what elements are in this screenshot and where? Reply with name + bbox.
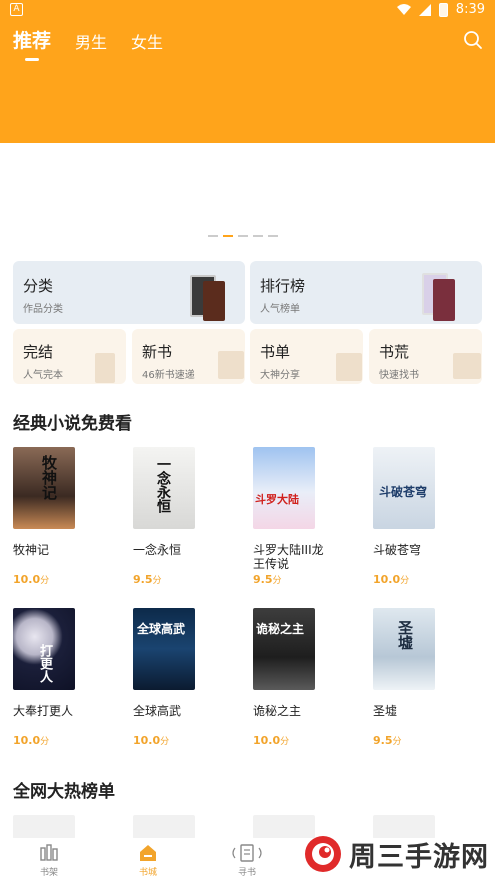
find-book-card[interactable]: 书荒 快速找书: [369, 329, 482, 384]
carousel-dot: [268, 235, 278, 237]
book-cover: 一念永恒: [133, 447, 195, 529]
nav-bookshelf[interactable]: 书架: [19, 844, 79, 878]
watermark: 周三手游网: [303, 834, 489, 874]
book-item[interactable]: 斗罗大陆 斗罗大陆III龙王传说 9.5分: [253, 447, 333, 586]
signal-icon: [418, 3, 431, 16]
nav-label: 书架: [39, 868, 58, 878]
nav-find-book[interactable]: 寻书: [217, 844, 277, 878]
book-score: 10.0分: [373, 573, 410, 586]
book-item[interactable]: 一念永恒 一念永恒 9.5分: [133, 447, 213, 586]
finished-card[interactable]: 完结 人气完本: [13, 329, 126, 384]
book-item[interactable]: 斗破苍穹 斗破苍穹 10.0分: [373, 447, 453, 586]
book-title: 大奉打更人: [13, 704, 74, 718]
book-item[interactable]: 牧神记 牧神记 10.0分: [13, 447, 93, 586]
carousel-dot: [253, 235, 263, 237]
carousel-dot-active: [223, 235, 233, 237]
book-stack-image: [433, 279, 455, 321]
nav-label: 书城: [138, 868, 157, 878]
book-score: 10.0分: [133, 734, 170, 747]
book-title: 诡秘之主: [253, 704, 302, 718]
watermark-logo-icon: [305, 836, 341, 872]
book-score: 10.0分: [13, 573, 50, 586]
book-stack-image: [203, 281, 225, 321]
section-title-hot: 全网大热榜单: [13, 782, 115, 802]
wifi-icon: [396, 4, 411, 15]
book-item[interactable]: 打更人 大奉打更人 10.0分: [13, 608, 93, 747]
book-item[interactable]: 全球高武 全球高武 10.0分: [133, 608, 213, 747]
bookstore-icon: [140, 845, 156, 861]
header-banner: A 8:39 推荐 男生 女生: [0, 0, 495, 143]
book-title: 一念永恒: [133, 543, 182, 557]
booklist-card[interactable]: 书单 大神分享: [250, 329, 363, 384]
book-cover: 诡秘之主: [253, 608, 315, 690]
carousel-indicator: [208, 235, 278, 237]
book-cover: 打更人: [13, 608, 75, 690]
decoration: [453, 353, 481, 379]
book-cover: 牧神记: [13, 447, 75, 529]
search-icon[interactable]: [463, 30, 483, 50]
carousel-dot: [208, 235, 218, 237]
book-cover: 圣墟: [373, 608, 435, 690]
tab-male[interactable]: 男生: [75, 29, 107, 53]
nav-label: 寻书: [237, 868, 256, 878]
decoration: [95, 353, 115, 383]
book-title: 斗罗大陆III龙王传说: [253, 543, 324, 571]
book-cover: 斗破苍穹: [373, 447, 435, 529]
decoration: [218, 351, 244, 379]
book-score: 10.0分: [253, 734, 290, 747]
ranking-card[interactable]: 排行榜 人气榜单: [250, 261, 482, 324]
status-time: 8:39: [455, 2, 485, 17]
category-card[interactable]: 分类 作品分类: [13, 261, 245, 324]
new-books-card[interactable]: 新书 46新书速递: [132, 329, 245, 384]
book-score: 10.0分: [13, 734, 50, 747]
book-title: 圣墟: [373, 704, 398, 718]
top-tabs: 推荐 男生 女生: [13, 26, 187, 61]
nav-bookstore[interactable]: 书城: [118, 844, 178, 878]
book-cover: 全球高武: [133, 608, 195, 690]
notification-icon: A: [10, 3, 23, 16]
book-score: 9.5分: [253, 573, 282, 586]
decoration: [336, 353, 362, 381]
status-bar: A 8:39: [0, 0, 495, 20]
bookshelf-icon: [40, 844, 58, 861]
book-score: 9.5分: [133, 573, 162, 586]
book-title: 全球高武: [133, 704, 182, 718]
battery-icon: [438, 2, 448, 17]
book-item[interactable]: 诡秘之主 诡秘之主 10.0分: [253, 608, 333, 747]
find-book-icon: [232, 844, 262, 862]
tab-recommend[interactable]: 推荐: [13, 26, 51, 61]
book-title: 斗破苍穹: [373, 543, 422, 557]
book-score: 9.5分: [373, 734, 402, 747]
book-cover-placeholder[interactable]: [133, 815, 195, 839]
book-item[interactable]: 圣墟 圣墟 9.5分: [373, 608, 453, 747]
carousel-dot: [238, 235, 248, 237]
tab-female[interactable]: 女生: [131, 29, 163, 53]
book-cover: 斗罗大陆: [253, 447, 315, 529]
book-cover-placeholder[interactable]: [13, 815, 75, 839]
watermark-text: 周三手游网: [349, 841, 489, 873]
section-title-classic: 经典小说免费看: [13, 414, 132, 434]
book-title: 牧神记: [13, 543, 50, 557]
